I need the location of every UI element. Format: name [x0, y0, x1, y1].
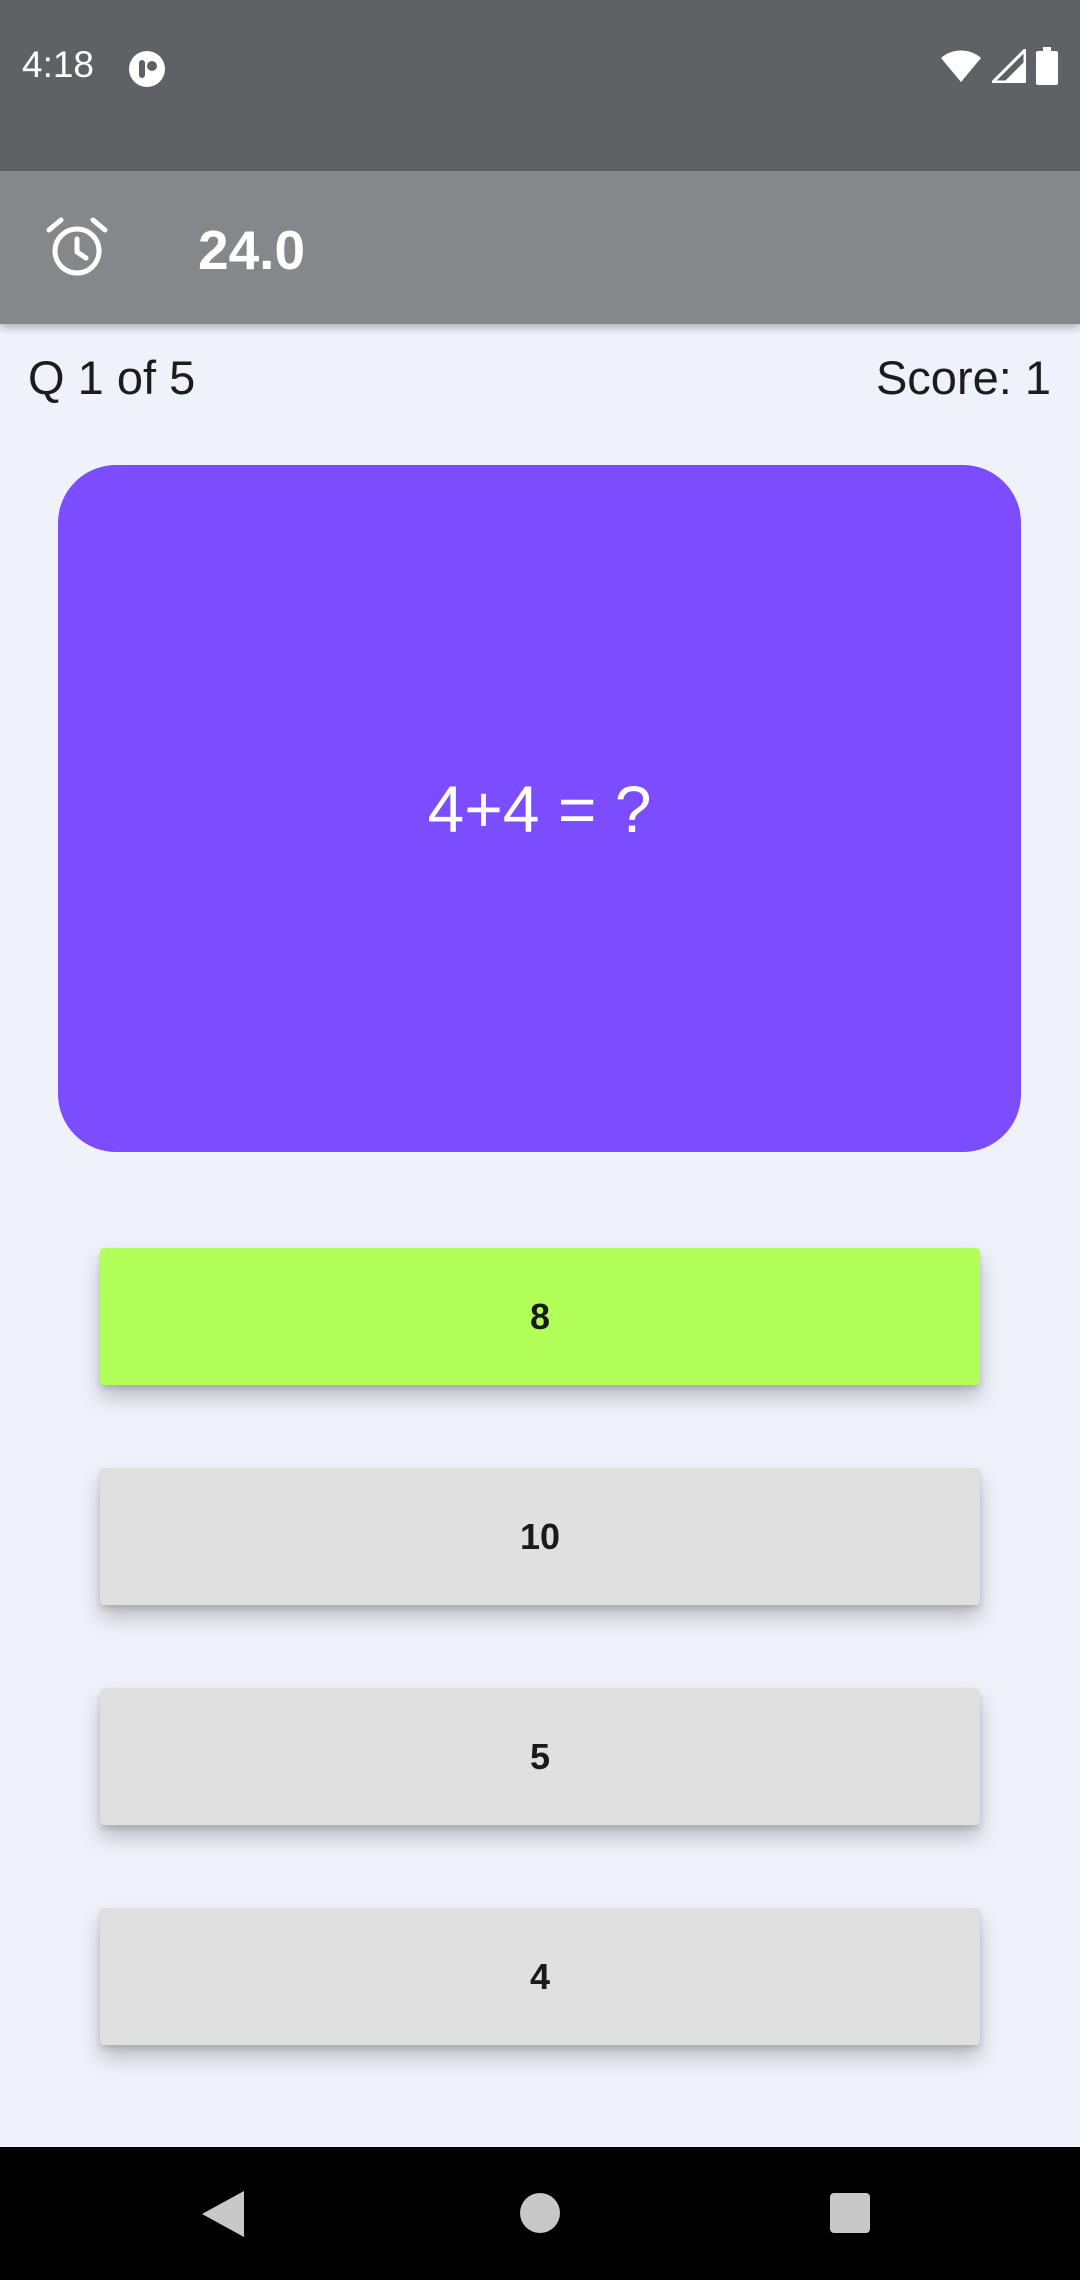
question-counter: Q 1 of 5: [28, 351, 196, 404]
status-time: 4:18: [22, 44, 95, 85]
status-icons: [940, 46, 1058, 86]
question-card: 4+4 = ?: [58, 465, 1021, 1152]
answer-button-4[interactable]: 4: [100, 1908, 980, 2045]
home-icon[interactable]: [518, 2191, 562, 2235]
quiz-info-row: Q 1 of 5 Score: 1: [0, 350, 1080, 410]
wifi-icon: [941, 50, 981, 82]
battery-icon: [1036, 47, 1058, 85]
status-bar: 4:18: [0, 0, 1080, 171]
cell-signal-icon: [992, 49, 1026, 83]
recents-icon[interactable]: [829, 2192, 871, 2234]
question-text: 4+4 = ?: [427, 771, 652, 846]
timer-value: 24.0: [198, 219, 306, 281]
alarm-icon: [46, 217, 108, 276]
back-icon[interactable]: [200, 2189, 248, 2239]
navigation-bar: [0, 2147, 1080, 2280]
app-notification-icon: [129, 51, 165, 87]
answer-button-1[interactable]: 8: [100, 1248, 980, 1385]
answer-button-2[interactable]: 10: [100, 1468, 980, 1605]
answer-button-3[interactable]: 5: [100, 1688, 980, 1825]
score-label: Score: 1: [875, 351, 1051, 404]
app-bar: 24.0: [0, 171, 1080, 324]
